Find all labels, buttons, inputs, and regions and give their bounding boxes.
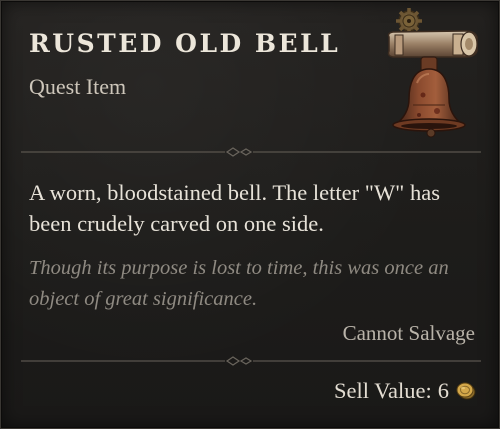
item-type: Quest Item — [29, 74, 127, 99]
sell-value-amount: 6 — [437, 378, 449, 403]
item-tooltip: RUSTED OLD BELL Quest Item A worn, blood… — [0, 0, 500, 429]
section-divider — [21, 147, 481, 157]
item-name: RUSTED OLD BELL — [29, 29, 341, 58]
section-divider — [21, 356, 481, 366]
item-flavor-text: Though its purpose is lost to time, this… — [29, 257, 449, 310]
salvage-status: Cannot Salvage — [342, 321, 475, 345]
gold-coin-icon — [456, 382, 476, 400]
sell-value: Sell Value: 6 — [334, 378, 477, 404]
sell-value-label: Sell Value: — [334, 378, 432, 403]
item-description: A worn, bloodstained bell. The letter "W… — [29, 180, 440, 236]
rusted-bell-icon — [387, 8, 478, 138]
